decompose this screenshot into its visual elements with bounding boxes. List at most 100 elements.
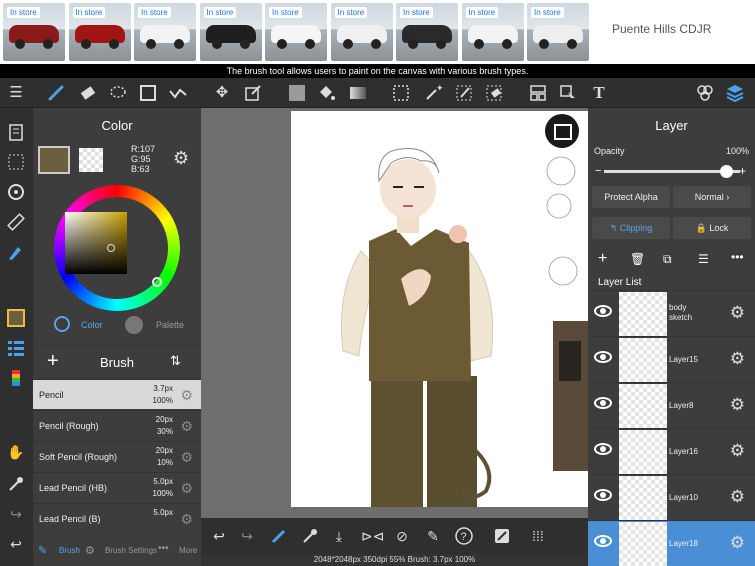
ad-car-thumbnail[interactable]: In store [68,3,131,61]
color-palette-toggle-icon[interactable] [6,368,26,388]
saturation-value-square[interactable] [65,212,127,274]
opacity-minus-icon[interactable]: − [595,165,601,177]
ad-car-thumbnail[interactable]: In store [265,3,327,61]
brush-footer-brush[interactable]: Brush [59,546,80,555]
brush-settings-gear-icon[interactable]: ⚙ [180,480,193,497]
color-panel-toggle-icon[interactable] [6,308,26,328]
brush-footer-settings[interactable]: Brush Settings [105,546,157,555]
stroke-tool-icon[interactable] [168,83,188,103]
main-color-swatch[interactable] [38,146,70,174]
select-eraser-icon[interactable] [484,83,504,103]
layer-row[interactable]: Layer8 ⚙ [588,382,755,428]
redo-button-icon[interactable]: ↪ [237,526,257,546]
import-icon[interactable]: ⤓ [329,526,349,546]
brush-footer-icon[interactable]: ✎ [38,544,47,557]
help-icon[interactable]: ? [454,526,474,546]
layer-row[interactable]: body sketch ⚙ [588,290,755,336]
snap-icon[interactable] [492,526,512,546]
brush-settings-gear-icon[interactable]: ⚙ [180,449,193,466]
ad-car-thumbnail[interactable]: In store [134,3,196,61]
drawing-canvas[interactable] [291,111,588,507]
layer-settings-gear-icon[interactable]: ⚙ [730,487,745,507]
visibility-eye-icon[interactable] [594,397,612,409]
eraser-tool-icon[interactable] [78,83,98,103]
sv-picker-handle[interactable] [107,244,115,252]
layers-icon[interactable] [725,83,745,103]
sub-color-swatch[interactable] [79,148,103,172]
brush-settings-gear-icon[interactable]: ⚙ [180,418,193,435]
menu-icon[interactable]: ☰ [6,83,26,103]
layer-row[interactable]: Layer15 ⚙ [588,336,755,382]
operation-tool-icon[interactable] [558,83,578,103]
color-tab-icon[interactable] [54,316,70,332]
protect-alpha-button[interactable]: Protect Alpha [592,186,670,208]
move-tool-icon[interactable]: ✥ [212,83,232,103]
layer-more-icon[interactable]: ••• [731,250,744,264]
layer-settings-gear-icon[interactable]: ⚙ [730,533,745,553]
ruler-icon[interactable] [6,212,26,232]
visibility-eye-icon[interactable] [594,351,612,363]
undo-button-icon[interactable]: ↩ [209,526,229,546]
shape-tool-icon[interactable] [138,83,158,103]
visibility-eye-icon[interactable] [594,489,612,501]
brush-settings-gear-icon[interactable]: ⚙ [180,511,193,528]
materials-icon[interactable] [695,83,715,103]
sort-brush-icon[interactable]: ⇅ [170,353,181,369]
hue-picker-handle[interactable] [152,277,162,287]
ad-dealer-name[interactable]: Puente Hills CDJR [612,22,711,36]
visibility-eye-icon[interactable] [594,535,612,547]
visibility-eye-icon[interactable] [594,305,612,317]
hand-tool-icon[interactable]: ✋ [6,442,26,462]
layer-row[interactable]: Layer16 ⚙ [588,428,755,474]
layer-row[interactable]: Layer10 ⚙ [588,474,755,520]
palette-tab-icon[interactable] [125,316,143,334]
canvas-area[interactable]: ↩ ↪ ⤓ ⊳⊲ ⊘ ✎ ? ⁞⁞⁞ 2048*2048px 350dpi 55… [201,108,588,566]
brush-footer-more[interactable]: More [179,546,197,555]
undo-icon[interactable]: ↩ [6,534,26,554]
clipping-button[interactable]: ↰ Clipping [592,217,670,239]
fill-color-icon[interactable] [287,83,307,103]
delete-layer-icon[interactable]: 🗑 [630,252,645,266]
brush-item[interactable]: Pencil 3.7px 100% ⚙ [33,379,201,409]
brush-item[interactable]: Pencil (Rough) 20px 30% ⚙ [33,410,201,440]
tab-palette[interactable]: Palette [156,320,184,330]
opacity-plus-icon[interactable]: + [739,164,746,178]
fullscreen-button[interactable] [545,114,579,148]
bucket-tool-icon[interactable] [316,83,336,103]
add-layer-icon[interactable]: + [598,250,607,268]
layer-settings-gear-icon[interactable]: ⚙ [730,441,745,461]
magic-wand-icon[interactable]: ✦ [423,83,444,103]
frame-divider-icon[interactable] [528,83,548,103]
ad-banner[interactable]: In store In store In store In store In store… [0,0,755,64]
dropper-icon[interactable] [300,526,320,546]
pen-stabilizer-icon[interactable] [269,526,289,546]
gradient-tool-icon[interactable] [348,83,368,103]
lasso-tool-icon[interactable] [108,83,128,103]
color-settings-gear-icon[interactable]: ⚙ [173,148,189,169]
layer-settings-gear-icon[interactable]: ⚙ [730,395,745,415]
lock-button[interactable]: 🔒 Lock [673,217,751,239]
pen-assist-icon[interactable] [6,242,26,262]
brush-item[interactable]: Soft Pencil (Rough) 20px 10% ⚙ [33,441,201,471]
blend-mode-select[interactable]: Normal › [673,186,751,208]
select-tool-icon[interactable] [391,83,411,103]
ad-car-thumbnail[interactable]: In store [527,3,589,61]
flip-icon[interactable]: ⊳⊲ [361,526,384,546]
selection-icon[interactable] [6,152,26,172]
more-icon[interactable]: ••• [158,543,169,554]
eyedropper-icon[interactable] [6,474,26,494]
brush-item[interactable]: Lead Pencil (HB) 5.0px 100% ⚙ [33,472,201,502]
tab-color[interactable]: Color [81,320,103,330]
brush-item[interactable]: Lead Pencil (B) 5.0px ⚙ [33,503,201,533]
ad-car-thumbnail[interactable]: In store [199,3,262,61]
edit-icon[interactable]: ✎ [423,526,443,546]
select-pen-icon[interactable] [454,83,474,103]
ad-car-thumbnail[interactable]: In store [461,3,524,61]
ad-car-thumbnail[interactable]: In store [330,3,393,61]
layer-row[interactable]: Layer18 ⚙ [588,520,755,566]
rotate-icon[interactable] [6,182,26,202]
text-tool-icon[interactable]: T [589,83,609,103]
layer-settings-gear-icon[interactable]: ⚙ [730,303,745,323]
ad-car-thumbnail[interactable]: In store [396,3,458,61]
brush-tool-icon[interactable] [46,83,66,103]
